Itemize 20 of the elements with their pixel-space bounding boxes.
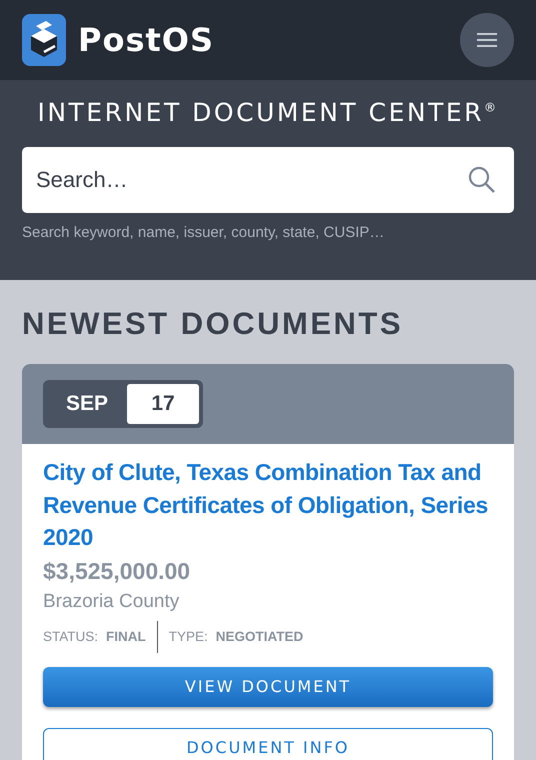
search-icon: [468, 166, 496, 194]
type-label: TYPE:: [168, 629, 208, 644]
status-value: FINAL: [106, 629, 146, 644]
page-title: INTERNET DOCUMENT CENTER$^{®}$: [36, 97, 500, 127]
document-info-button[interactable]: DOCUMENT INFO: [43, 728, 493, 760]
date-day: 17: [127, 384, 199, 424]
search-field[interactable]: Search…: [22, 147, 514, 213]
section-title: NEWEST DOCUMENTS: [22, 305, 404, 343]
view-document-button[interactable]: VIEW DOCUMENT: [43, 666, 493, 706]
menu-icon: [477, 32, 497, 48]
amount-text: $3,525,000.00: [43, 558, 192, 584]
brand-name: PostOS: [78, 21, 214, 59]
search-hint: Search keyword, name, issuer, county, state, CUSIP…: [22, 224, 386, 241]
status-label: STATUS:: [43, 629, 98, 644]
menu-button[interactable]: [460, 13, 514, 67]
document-title-link[interactable]: City of Clute, Texas Combination Tax and Revenue Certificates of Obligation, Series 2020: [43, 456, 493, 554]
county-text: Brazoria County: [43, 590, 180, 612]
type-value: NEGOTIATED: [216, 629, 304, 644]
date-month: SEP: [64, 391, 110, 417]
logo-icon: [22, 14, 66, 66]
